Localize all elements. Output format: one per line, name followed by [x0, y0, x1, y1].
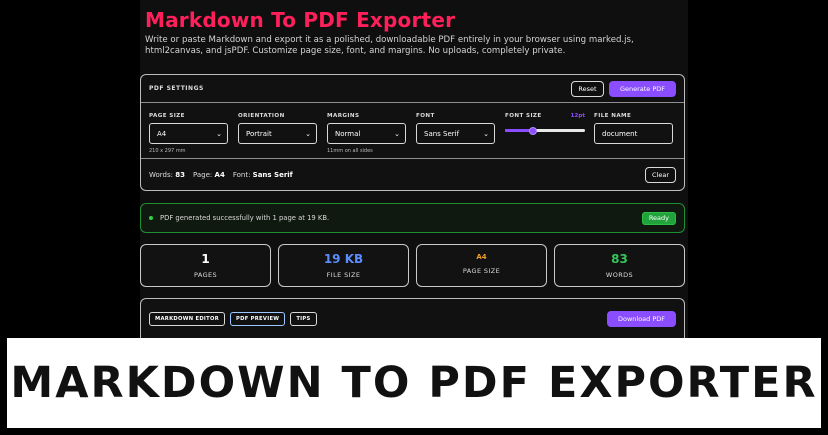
- ready-badge: Ready: [641, 211, 676, 225]
- banner-text: MARKDOWN TO PDF EXPORTER: [10, 358, 818, 408]
- chevron-down-icon: ⌄: [305, 129, 311, 138]
- margins-label: MARGINS: [327, 113, 360, 119]
- clear-button[interactable]: Clear: [645, 166, 676, 183]
- margins-hint: 11mm on all sides: [327, 148, 373, 154]
- page-title: Markdown To PDF Exporter: [145, 8, 456, 32]
- stat-card-pages: 1 PAGES: [140, 244, 271, 287]
- page-size-select[interactable]: A4 ⌄: [149, 123, 228, 144]
- font-summary: Font: Sans Serif: [232, 170, 293, 179]
- file-name-label: FILE NAME: [594, 113, 632, 119]
- editor-tabs-panel: MARKDOWN EDITOR PDF PREVIEW TIPS Downloa…: [140, 298, 685, 338]
- orientation-select[interactable]: Portrait ⌄: [238, 123, 317, 144]
- stat-value: 83: [611, 252, 628, 266]
- pdf-settings-panel: PDF SETTINGS Reset Generate PDF PAGE SIZ…: [140, 74, 685, 191]
- page-size-field: PAGE SIZE A4 ⌄ 210 x 297 mm: [149, 113, 228, 154]
- chevron-down-icon: ⌄: [394, 129, 400, 138]
- settings-footer: Words: 83 Page: A4 Font: Sans Serif Clea…: [141, 159, 684, 190]
- settings-actions: Reset Generate PDF: [571, 80, 676, 97]
- font-size-field: FONT SIZE 12pt: [505, 113, 585, 137]
- stat-value: 19 KB: [323, 252, 364, 266]
- tab-pdf-preview[interactable]: PDF PREVIEW: [230, 311, 286, 326]
- stat-caption: PAGE SIZE: [462, 267, 501, 275]
- page-size-hint: 210 x 297 mm: [149, 148, 186, 154]
- download-pdf-button[interactable]: Download PDF: [607, 310, 676, 327]
- reset-button[interactable]: Reset: [571, 80, 604, 97]
- margins-value: Normal: [335, 129, 361, 138]
- tab-list: MARKDOWN EDITOR PDF PREVIEW TIPS: [149, 311, 317, 326]
- file-name-input[interactable]: document: [594, 123, 673, 144]
- stat-caption: FILE SIZE: [326, 271, 361, 279]
- font-value: Sans Serif: [424, 129, 460, 138]
- tab-markdown-editor[interactable]: MARKDOWN EDITOR: [149, 311, 225, 326]
- font-size-value: 12pt: [570, 113, 585, 119]
- orientation-value: Portrait: [246, 129, 272, 138]
- margins-field: MARGINS Normal ⌄ 11mm on all sides: [327, 113, 406, 154]
- file-name-field: FILE NAME document: [594, 113, 673, 144]
- status-text: PDF generated successfully with 1 page a…: [160, 214, 330, 222]
- tab-tips[interactable]: TIPS: [290, 311, 317, 326]
- status-message: PDF generated successfully with 1 page a…: [149, 214, 329, 222]
- font-size-slider[interactable]: 12pt: [505, 113, 585, 137]
- settings-heading: PDF SETTINGS: [149, 85, 204, 92]
- settings-fields: PAGE SIZE A4 ⌄ 210 x 297 mm ORIENTATION …: [141, 103, 684, 159]
- margins-select[interactable]: Normal ⌄: [327, 123, 406, 144]
- summary-line: Words: 83 Page: A4 Font: Sans Serif: [149, 171, 293, 179]
- chevron-down-icon: ⌄: [216, 129, 222, 138]
- page-size-value: A4: [157, 129, 167, 138]
- generate-pdf-button[interactable]: Generate PDF: [609, 80, 676, 97]
- settings-header: PDF SETTINGS Reset Generate PDF: [141, 75, 684, 103]
- stat-value: A4: [476, 253, 487, 261]
- stat-caption: WORDS: [605, 271, 634, 279]
- status-dot-icon: [149, 216, 153, 220]
- page-description: Write or paste Markdown and export it as…: [145, 35, 634, 56]
- title-banner: MARKDOWN TO PDF EXPORTER: [7, 338, 821, 428]
- stat-caption: PAGES: [193, 271, 218, 279]
- page-size-label: PAGE SIZE: [149, 113, 185, 119]
- font-select[interactable]: Sans Serif ⌄: [416, 123, 495, 144]
- words-summary: Words: 83: [149, 170, 185, 179]
- slider-thumb[interactable]: [529, 126, 537, 135]
- status-bar: PDF generated successfully with 1 page a…: [140, 203, 685, 233]
- stat-card-words: 83 WORDS: [554, 244, 685, 287]
- orientation-field: ORIENTATION Portrait ⌄: [238, 113, 317, 144]
- orientation-label: ORIENTATION: [238, 113, 285, 119]
- font-field: FONT Sans Serif ⌄: [416, 113, 495, 144]
- page-summary: Page: A4: [192, 170, 225, 179]
- font-label: FONT: [416, 113, 435, 119]
- stat-card-file-size: 19 KB FILE SIZE: [278, 244, 409, 287]
- chevron-down-icon: ⌄: [483, 129, 489, 138]
- stat-card-page-size: A4 PAGE SIZE: [416, 244, 547, 287]
- stat-value: 1: [201, 252, 210, 266]
